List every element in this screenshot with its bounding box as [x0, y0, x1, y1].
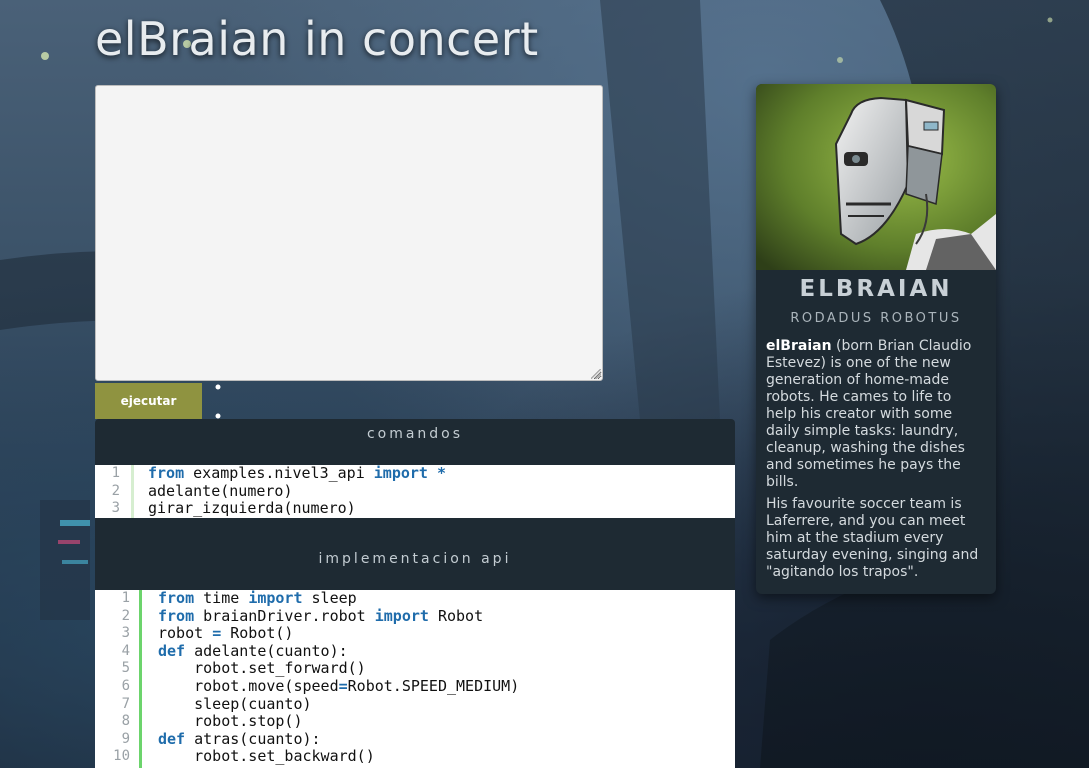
code-token: adelante(numero) [148, 481, 293, 500]
line-number: 2 [111, 482, 120, 499]
code-text: robot.set_backward() [158, 748, 375, 766]
code-operator: = [338, 676, 348, 695]
line-number: 1 [111, 465, 120, 481]
bio-name: elBraian [766, 338, 832, 354]
code-token: Robot.SPEED_MEDIUM) [347, 676, 520, 695]
line-number: 4 [121, 642, 130, 659]
code-editor-textarea[interactable] [95, 85, 603, 381]
code-text: def adelante(cuanto): [158, 641, 348, 661]
code-line: 6 robot.move(speed=Robot.SPEED_MEDIUM) [95, 676, 735, 696]
robot-portrait-icon [756, 84, 996, 270]
api-header: implementacion api [95, 518, 735, 590]
comandos-code-block: 1 from examples.nivel3_api import * 2 adela… [95, 465, 735, 518]
bio-text: (born Brian Claudio Estevez) is one of t… [766, 338, 972, 490]
bio-paragraph-1: elBraian (born Brian Claudio Estevez) is… [766, 338, 986, 491]
comandos-header: comandos [95, 419, 735, 465]
code-line: 3 girar_izquierda(numero) [95, 499, 735, 518]
line-number: 5 [121, 660, 130, 677]
profile-bio: elBraian (born Brian Claudio Estevez) is… [766, 338, 986, 586]
code-lines: 1 from examples.nivel3_api import * 2 adela… [95, 465, 735, 518]
line-number: 1 [121, 590, 130, 606]
code-token: adelante(cuanto): [185, 641, 348, 660]
line-number: 8 [121, 713, 130, 730]
code-line: 2 from braianDriver.robot import Robot [95, 606, 735, 626]
bio-paragraph-2: His favourite soccer team is Laferrere, … [766, 496, 979, 580]
code-token: robot.set_forward() [158, 659, 366, 678]
code-text: girar_izquierda(numero) [148, 499, 356, 518]
code-line: 9 def atras(cuanto): [95, 729, 735, 749]
code-line: 5 robot.set_forward() [95, 660, 735, 678]
code-text: robot.set_forward() [158, 660, 366, 678]
code-line: 1 from time import sleep [95, 590, 735, 608]
code-line: 2 adelante(numero) [95, 481, 735, 501]
code-text: sleep(cuanto) [158, 694, 312, 714]
code-line: 1 from examples.nivel3_api import * [95, 465, 735, 483]
code-keyword: import [248, 590, 303, 607]
code-text: from braianDriver.robot import Robot [158, 606, 484, 626]
code-token: time [194, 590, 249, 607]
code-keyword: import [374, 606, 429, 625]
code-line: 7 sleep(cuanto) [95, 694, 735, 714]
code-keyword: def [158, 641, 186, 660]
code-token: braianDriver.robot [194, 606, 375, 625]
code-token: robot.set_backward() [158, 747, 375, 766]
code-operator: * [437, 465, 447, 482]
code-token: atras(cuanto): [185, 729, 321, 748]
code-line: 3 robot = Robot() [95, 624, 735, 643]
code-keyword: def [158, 729, 186, 748]
code-text: robot = Robot() [158, 624, 294, 643]
run-button[interactable]: ejecutar [95, 383, 202, 419]
profile-card: ELBRAIAN RODADUS ROBOTUS elBraian (born … [756, 84, 996, 594]
code-token: robot [158, 624, 213, 643]
code-text: def atras(cuanto): [158, 729, 321, 749]
resize-handle-icon[interactable] [591, 369, 601, 379]
code-keyword: from [148, 465, 185, 482]
code-token: examples.nivel3_api [184, 465, 374, 482]
line-number: 10 [113, 748, 130, 765]
code-text: from time import sleep [158, 590, 357, 608]
code-token: Robot() [221, 624, 294, 643]
code-token: robot.stop() [158, 712, 303, 731]
profile-subtitle: RODADUS ROBOTUS [790, 311, 962, 326]
line-number: 3 [111, 500, 120, 517]
code-token: sleep [302, 590, 357, 607]
code-line: 4 def adelante(cuanto): [95, 641, 735, 661]
api-code-block: 1 from time import sleep 2 from braianDrive… [95, 590, 735, 768]
code-text: robot.stop() [158, 712, 303, 731]
line-number: 2 [121, 607, 130, 624]
code-token: sleep(cuanto) [158, 694, 312, 713]
line-number: 3 [121, 625, 130, 642]
code-operator: = [212, 624, 222, 643]
code-line: 10 robot.set_backward() [95, 748, 735, 766]
code-keyword: from [158, 606, 195, 625]
code-token: Robot [428, 606, 484, 625]
line-number: 6 [121, 677, 130, 694]
code-text: robot.move(speed=Robot.SPEED_MEDIUM) [158, 676, 520, 696]
profile-name: ELBRAIAN [799, 276, 953, 302]
code-text: from examples.nivel3_api import * [148, 465, 446, 483]
code-keyword: import [373, 465, 428, 482]
page-title: elBraian in concert [95, 12, 539, 66]
code-keyword: from [158, 590, 195, 607]
line-number: 7 [121, 695, 130, 712]
code-lines: 1 from time import sleep 2 from braianDrive… [95, 590, 735, 766]
code-text: adelante(numero) [148, 481, 293, 501]
code-line: 8 robot.stop() [95, 712, 735, 731]
code-token: robot.move(speed [158, 676, 339, 695]
line-number: 9 [121, 730, 130, 747]
code-token: girar_izquierda(numero) [148, 499, 356, 518]
